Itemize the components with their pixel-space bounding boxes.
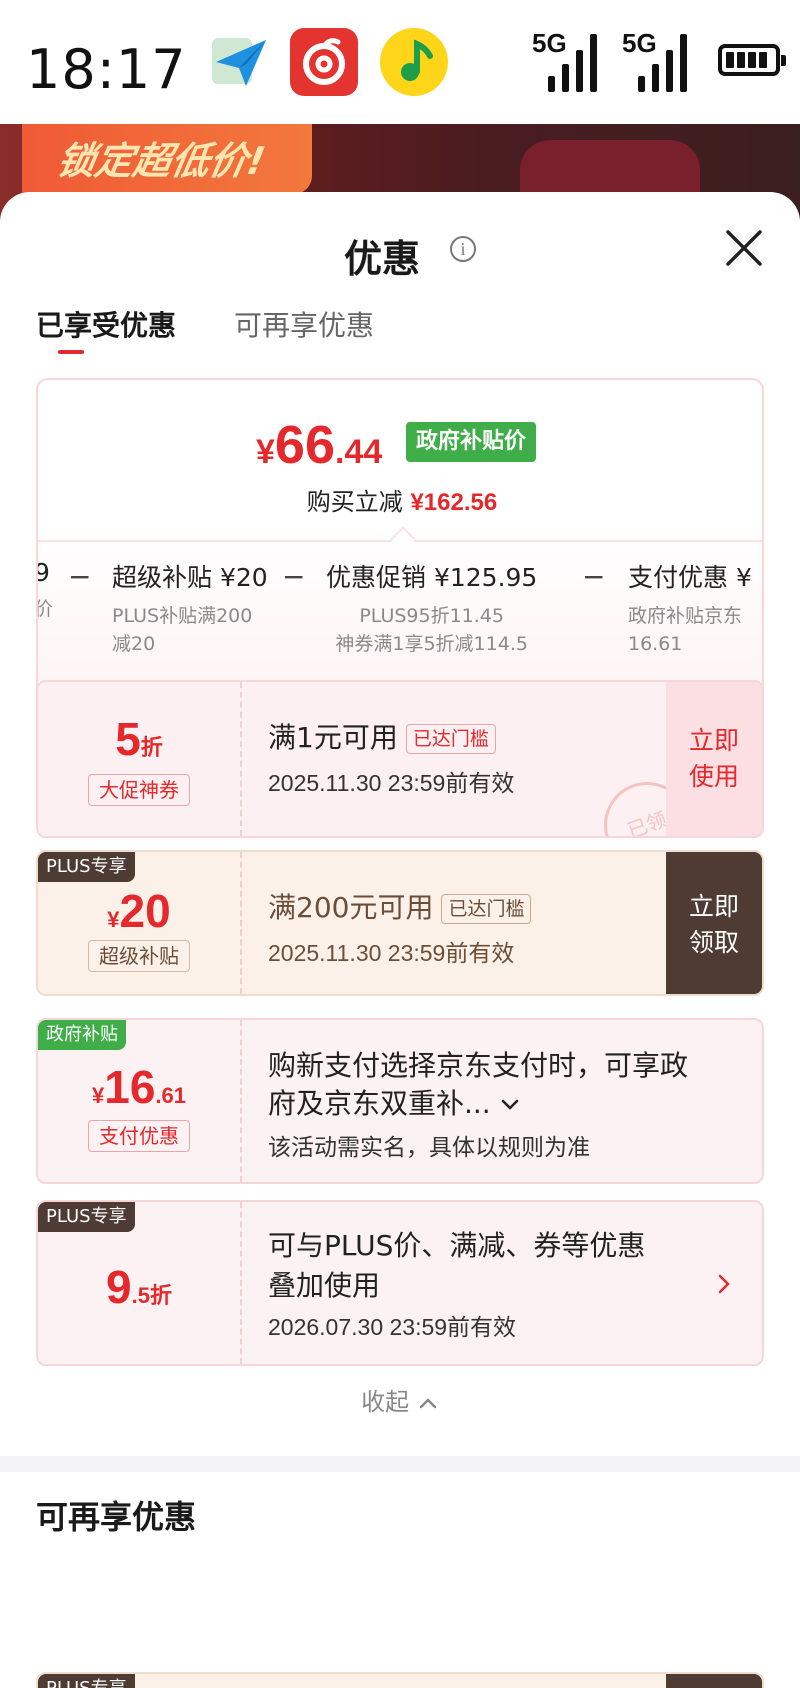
coupon-note: 该活动需实名，具体以规则为准 — [268, 1134, 590, 1160]
coupon-divider — [240, 1020, 242, 1182]
section-title: 可再享优惠 — [36, 1498, 197, 1536]
coupon-card: PLUS专享 ¥20 超级补贴 满200元可用 已达门槛 2025.11.30 2… — [36, 850, 764, 996]
sheet-title: 优惠 — [343, 237, 420, 281]
breakdown-item: 优惠促销 ¥125.95 PLUS95折11.45 神券满1享5折减114.5 — [326, 563, 538, 655]
chevron-down-icon — [501, 1099, 518, 1110]
coupon-title-line2[interactable]: 府及京东双重补... — [268, 1082, 520, 1122]
claim-now-button[interactable] — [666, 1674, 762, 1688]
chevron-right-icon — [718, 1274, 730, 1294]
signal-icon: 5G — [622, 28, 698, 94]
discount-breakdown[interactable]: 9 价 − 超级补贴 ¥20 PLUS补贴满200减20 − 优惠促销 ¥125… — [38, 550, 762, 700]
minus-sign: − — [282, 560, 306, 593]
coupon-type-label: 支付优惠 — [88, 1120, 190, 1152]
chevron-up-icon — [419, 1398, 437, 1409]
coupon-expiry: 2026.07.30 23:59前有效 — [268, 1314, 517, 1340]
send-app-icon — [206, 28, 274, 96]
coupon-divider — [240, 852, 242, 994]
threshold-reached-tag: 已达门槛 — [441, 894, 532, 924]
minus-sign: − — [582, 560, 606, 593]
coupon-title-line1: 购新支付选择京东支付时，可享政 — [268, 1049, 689, 1082]
qq-music-app-icon — [380, 28, 448, 96]
signal-icon: 5G — [532, 28, 608, 94]
minus-sign: − — [68, 560, 92, 593]
final-price: ¥66.44 — [256, 415, 383, 475]
coupon-card[interactable]: PLUS专享 — [36, 1672, 764, 1688]
threshold-reached-tag: 已达门槛 — [405, 724, 496, 754]
coupon-value: 9.5折 — [106, 1261, 172, 1313]
instant-discount: 购买立减 ¥162.56 — [306, 488, 498, 516]
price-summary-card: ¥66.44 政府补贴价 购买立减 ¥162.56 9 价 − 超级补贴 ¥20… — [36, 378, 764, 704]
breakdown-item: 超级补贴 ¥20 PLUS补贴满200 减20 — [112, 563, 268, 655]
tab-available[interactable]: 可再享优惠 — [234, 304, 374, 344]
coupon-title: 满200元可用 已达门槛 — [268, 886, 532, 926]
gov-subsidy-price-tag: 政府补贴价 — [406, 422, 537, 462]
section-divider — [0, 1456, 800, 1472]
tab-enjoyed[interactable]: 已享受优惠 — [36, 304, 176, 344]
breakdown-item: 9 价 — [38, 558, 53, 623]
breakdown-item: 支付优惠 ¥ 政府补贴京东 16.61 — [628, 563, 752, 655]
coupon-expiry: 2025.11.30 23:59前有效 — [268, 940, 515, 966]
discount-sheet: 优惠 i 已享受优惠 可再享优惠 ¥66.44 政府补贴价 购买立减 ¥162.… — [0, 192, 800, 1688]
collapse-button[interactable]: 收起 — [0, 1382, 800, 1417]
use-now-button[interactable]: 立即 使用 — [666, 682, 762, 836]
coupon-divider — [240, 1202, 242, 1364]
promo-text: 锁定超低价! — [53, 139, 269, 183]
coupon-type-label: 超级补贴 — [88, 940, 190, 972]
payment-discount-card: 政府补贴 ¥16.61 支付优惠 购新支付选择京东支付时，可享政 府及京东双重补… — [36, 1018, 764, 1184]
coupon-type-label: 大促神券 — [88, 774, 190, 806]
info-icon[interactable]: i — [450, 236, 476, 262]
coupon-card[interactable]: PLUS专享 9.5折 可与PLUS价、满减、券等优惠 叠加使用 2026.07… — [36, 1200, 764, 1366]
coupon-divider — [240, 682, 242, 836]
close-icon — [726, 230, 762, 266]
coupon-title: 满1元可用 已达门槛 — [268, 716, 496, 756]
coupon-value: ¥16.61 支付优惠 — [38, 1020, 240, 1182]
coupon-value: 5折 大促神券 — [38, 682, 240, 836]
promo-banner: 锁定超低价! — [22, 124, 312, 194]
claim-now-button[interactable]: 立即 领取 — [666, 852, 762, 994]
coupon-card: 5折 大促神券 满1元可用 已达门槛 2025.11.30 23:59前有效 已领… — [36, 680, 764, 838]
close-button[interactable] — [724, 228, 764, 268]
divider-notch — [390, 526, 416, 552]
status-bar: 18:17 5G 5G — [0, 0, 800, 124]
plus-exclusive-tag: PLUS专享 — [38, 1674, 135, 1688]
coupon-title-line2: 叠加使用 — [268, 1269, 381, 1302]
netease-music-app-icon — [290, 28, 358, 96]
battery-icon — [718, 44, 786, 76]
coupon-value: ¥20 超级补贴 — [38, 852, 240, 994]
coupon-title-line1: 可与PLUS价、满减、券等优惠 — [268, 1229, 646, 1262]
status-time: 18:17 — [26, 38, 187, 101]
coupon-expiry: 2025.11.30 23:59前有效 — [268, 770, 515, 796]
tab-indicator — [58, 350, 84, 354]
